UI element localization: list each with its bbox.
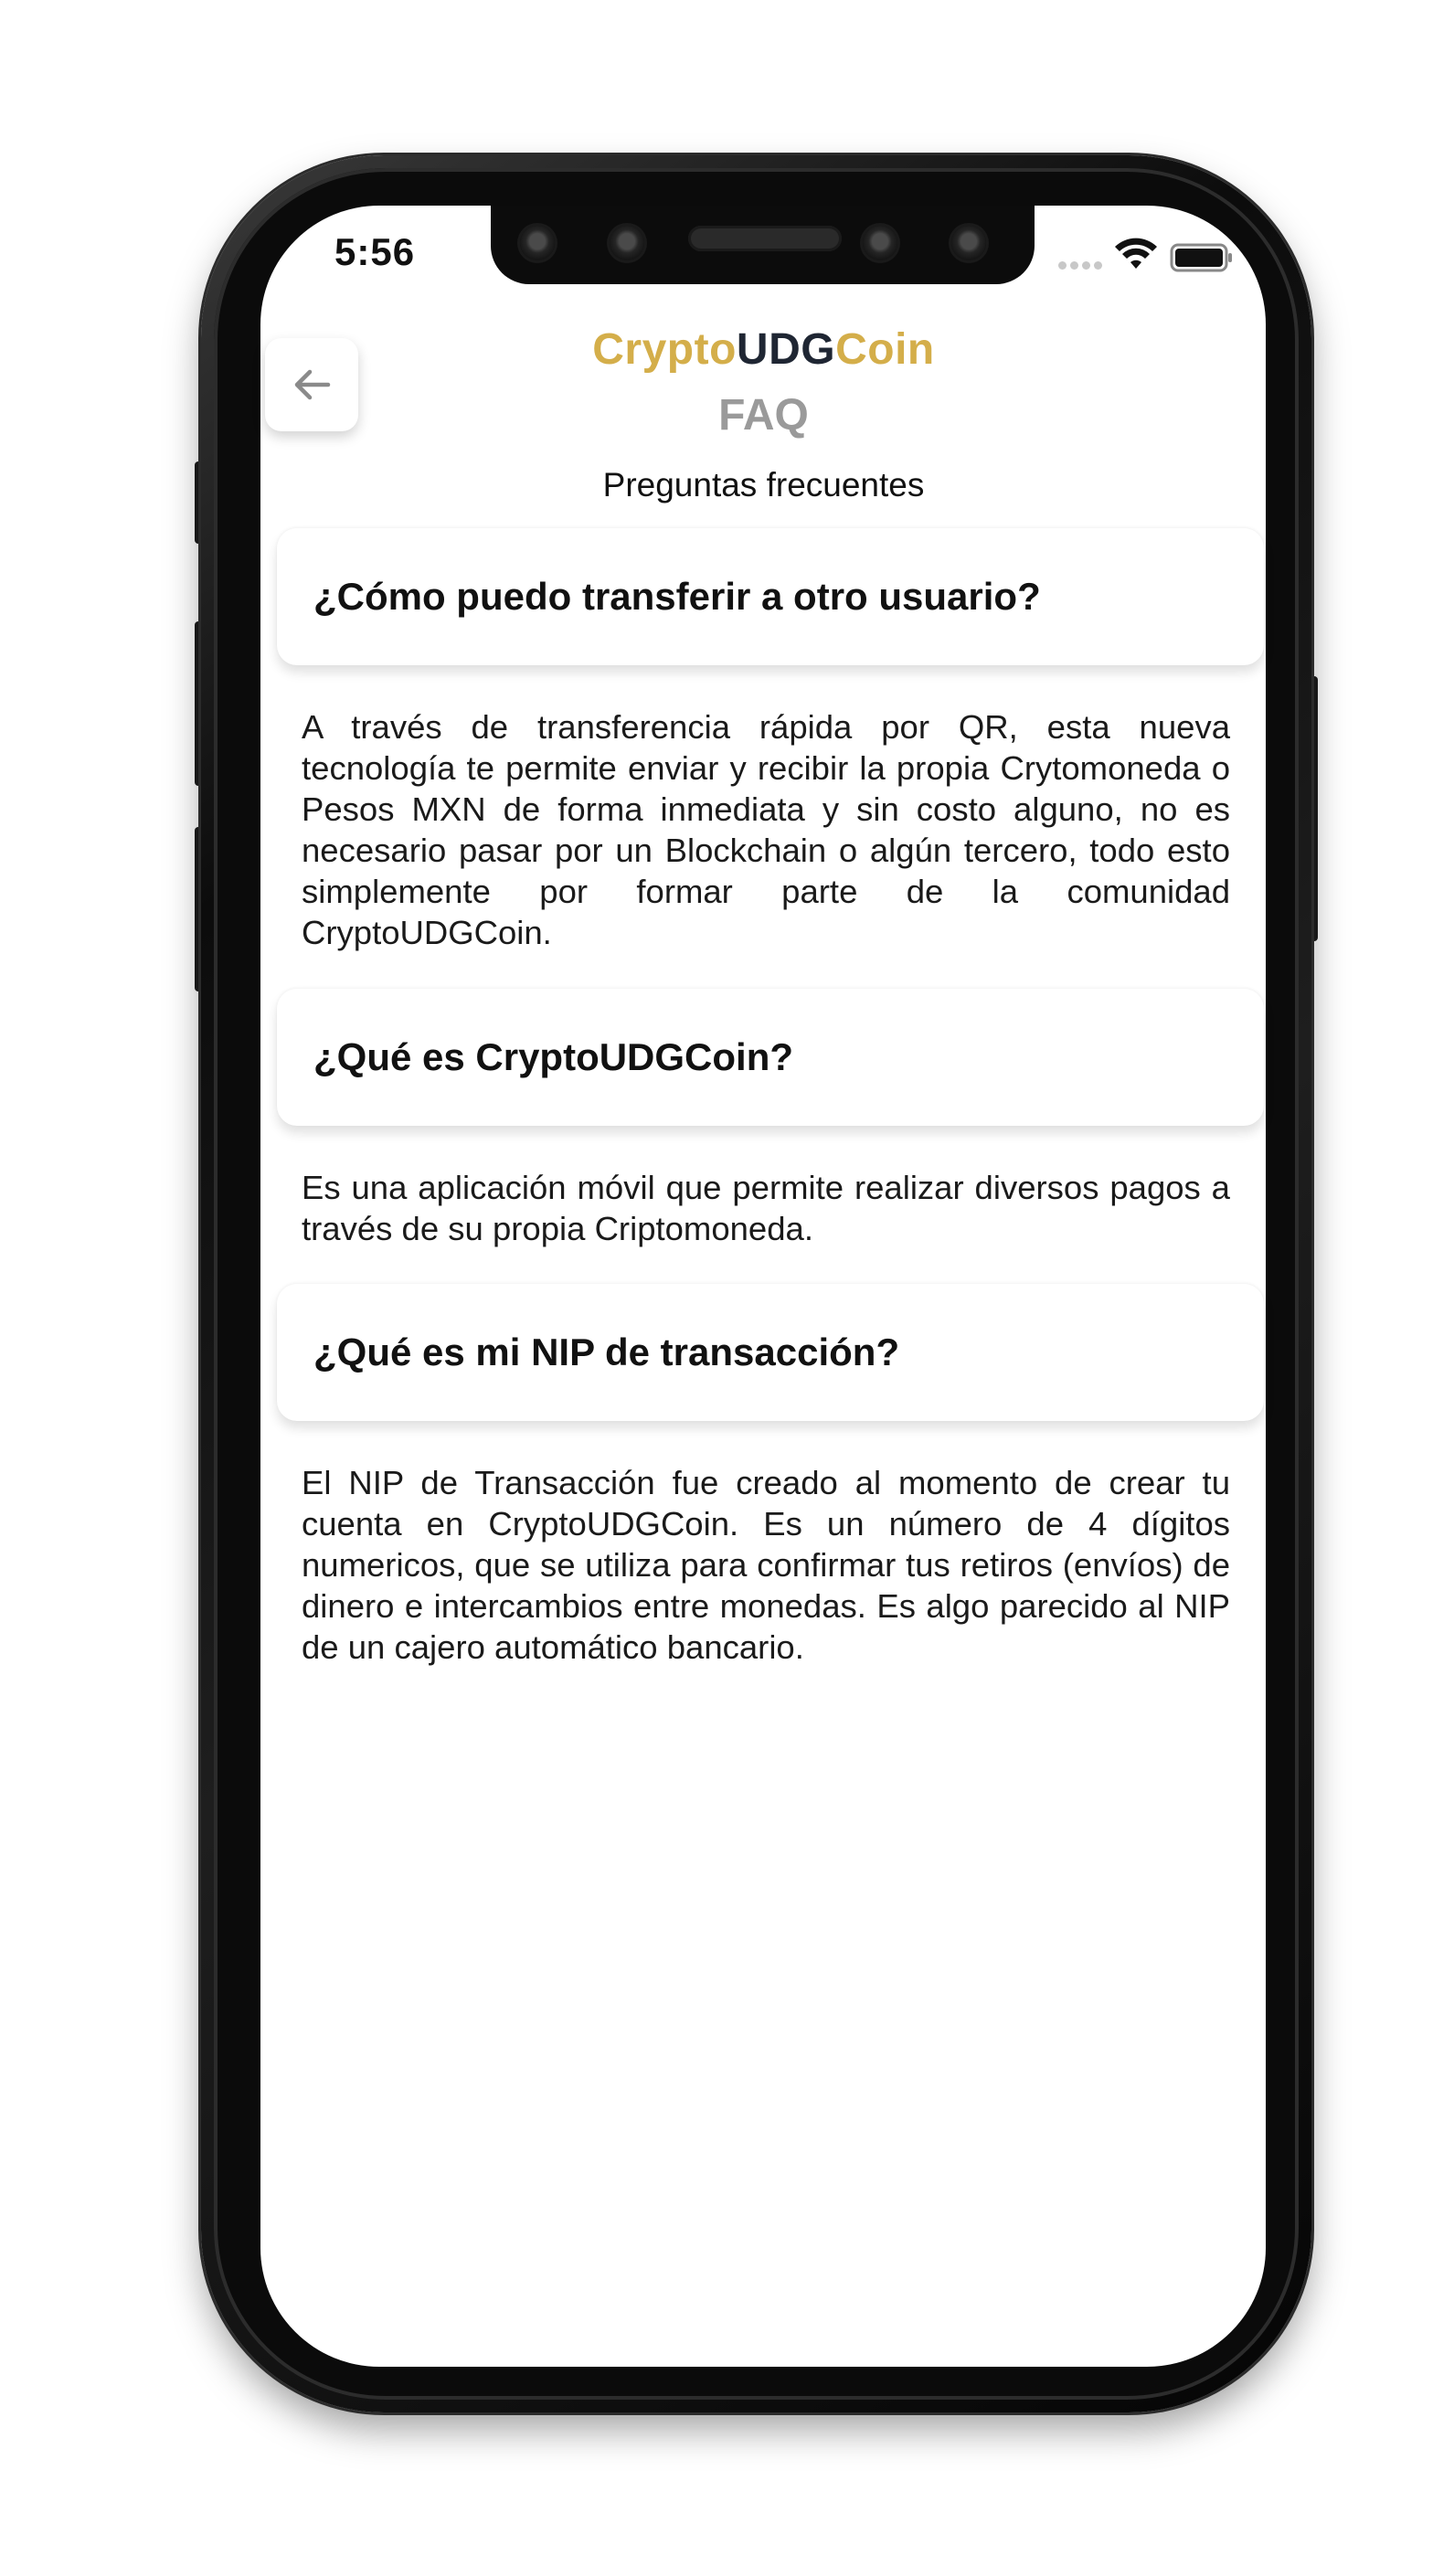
sensor-icon [520,226,555,260]
brand-part-coin: Coin [835,325,935,374]
sensor-icon [951,226,986,260]
device-mockup: 5:56 CryptoUDGCoin FAQ Preguntas frecuen… [0,0,1454,2576]
faq-question-card[interactable]: ¿Cómo puedo transferir a otro usuario? [277,528,1264,665]
notch [491,206,1035,284]
sensor-icon [610,226,644,260]
faq-answer: Es una aplicación móvil que permite real… [302,1169,1230,1247]
faq-question-text: ¿Qué es mi NIP de transacción? [313,1330,900,1373]
wifi-icon [1115,238,1157,269]
faq-question-text: ¿Cómo puedo transferir a otro usuario? [313,575,1041,618]
brand-part-udg: UDG [736,325,836,374]
app-brand: CryptoUDGCoin [0,324,1454,375]
page-title: FAQ [718,391,809,440]
faq-answer: El NIP de Transacción fue creado al mome… [302,1464,1230,1666]
faq-question-text: ¿Qué es CryptoUDGCoin? [313,1035,794,1078]
front-camera-icon [863,226,897,260]
battery-icon [1170,243,1232,272]
signal-dots-icon [1058,261,1104,270]
page-subtitle: Preguntas frecuentes [602,466,925,504]
brand-part-crypto: Crypto [592,325,737,374]
status-time: 5:56 [334,230,416,273]
faq-answer: A través de transferencia rápida por QR,… [302,708,1230,951]
faq-question-card[interactable]: ¿Qué es mi NIP de transacción? [277,1284,1264,1421]
speaker-grille [688,226,842,251]
faq-question-card[interactable]: ¿Qué es CryptoUDGCoin? [277,989,1264,1126]
